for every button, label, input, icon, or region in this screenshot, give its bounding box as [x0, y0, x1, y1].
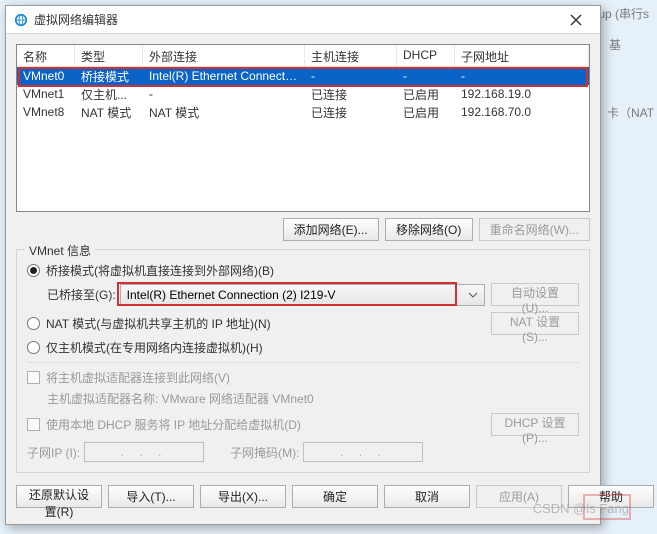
host-adapter-name: 主机虚拟适配器名称: VMware 网络适配器 VMnet0 [47, 390, 579, 407]
vmnet-info-group: VMnet 信息 桥接模式(将虚拟机直接连接到外部网络)(B) 已桥接至(G):… [16, 249, 590, 473]
subnet-ip-input: . . . [84, 442, 204, 462]
watermark: CSDN @ls Fang [533, 501, 629, 516]
app-icon [14, 13, 28, 27]
table-row[interactable]: VMnet8 NAT 模式 NAT 模式 已连接 已启用 192.168.70.… [17, 103, 589, 121]
nat-settings-button: NAT 设置(S)... [491, 312, 579, 335]
dialog-title: 虚拟网络编辑器 [34, 11, 556, 28]
radio-hostonly[interactable] [27, 341, 40, 354]
add-network-button[interactable]: 添加网络(E)... [283, 218, 379, 241]
ok-button[interactable]: 确定 [292, 485, 378, 508]
col-subnet[interactable]: 子网地址 [455, 45, 589, 66]
table-row[interactable]: VMnet0 桥接模式 Intel(R) Ethernet Connectio.… [17, 67, 589, 85]
bg-text: 卡（NAT [607, 104, 657, 121]
remove-network-button[interactable]: 移除网络(O) [385, 218, 473, 241]
chevron-down-icon [468, 292, 478, 298]
dhcp-settings-button: DHCP 设置(P)... [491, 413, 579, 436]
checkbox-host-adapter-label: 将主机虚拟适配器连接到此网络(V) [46, 369, 230, 386]
col-name[interactable]: 名称 [17, 45, 75, 66]
subnet-mask-input: . . . [303, 442, 423, 462]
close-button[interactable] [556, 7, 596, 33]
radio-nat-label: NAT 模式(与虚拟机共享主机的 IP 地址)(N) [46, 315, 271, 332]
col-dhcp[interactable]: DHCP [397, 45, 455, 66]
auto-settings-button: 自动设置(U)... [491, 283, 579, 306]
radio-bridged[interactable] [27, 264, 40, 277]
subnet-mask-label: 子网掩码(M): [230, 444, 299, 461]
bridged-to-label: 已桥接至(G): [47, 286, 116, 303]
bg-text: up (串行s [598, 5, 649, 22]
cancel-button[interactable]: 取消 [384, 485, 470, 508]
radio-nat[interactable] [27, 317, 40, 330]
table-header: 名称 类型 外部连接 主机连接 DHCP 子网地址 [17, 45, 589, 67]
virtual-network-editor-dialog: 虚拟网络编辑器 名称 类型 外部连接 主机连接 DHCP 子网地址 VMnet0… [5, 5, 601, 525]
rename-network-button: 重命名网络(W)... [479, 218, 590, 241]
checkbox-dhcp [27, 418, 40, 431]
radio-bridged-label: 桥接模式(将虚拟机直接连接到外部网络)(B) [46, 262, 274, 279]
radio-hostonly-label: 仅主机模式(在专用网络内连接虚拟机)(H) [46, 339, 263, 356]
import-button[interactable]: 导入(T)... [108, 485, 194, 508]
col-external[interactable]: 外部连接 [143, 45, 305, 66]
network-table[interactable]: 名称 类型 外部连接 主机连接 DHCP 子网地址 VMnet0 桥接模式 In… [16, 44, 590, 212]
col-host[interactable]: 主机连接 [305, 45, 397, 66]
bg-text: 基 [609, 36, 621, 53]
bridged-to-combo[interactable]: Intel(R) Ethernet Connection (2) I219-V [120, 284, 485, 306]
export-button[interactable]: 导出(X)... [200, 485, 286, 508]
col-type[interactable]: 类型 [75, 45, 143, 66]
titlebar: 虚拟网络编辑器 [6, 6, 600, 34]
subnet-ip-label: 子网IP (I): [27, 444, 80, 461]
fieldset-legend: VMnet 信息 [25, 242, 95, 259]
bridged-to-value: Intel(R) Ethernet Connection (2) I219-V [127, 288, 336, 302]
checkbox-dhcp-label: 使用本地 DHCP 服务将 IP 地址分配给虚拟机(D) [46, 416, 301, 433]
restore-defaults-button[interactable]: 还原默认设置(R) [16, 485, 102, 508]
checkbox-host-adapter [27, 371, 40, 384]
table-row[interactable]: VMnet1 仅主机... - 已连接 已启用 192.168.19.0 [17, 85, 589, 103]
